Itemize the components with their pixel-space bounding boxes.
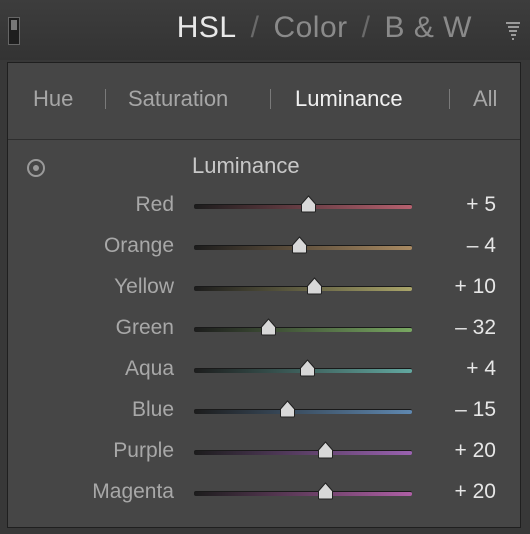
subtab-divider xyxy=(449,89,450,109)
hsl-panel: Hue Saturation Luminance All Luminance R… xyxy=(7,62,521,528)
tab-separator: / xyxy=(361,11,371,44)
slider-row-orange: Orange – 4 xyxy=(8,232,520,262)
slider-value[interactable]: – 4 xyxy=(467,234,496,258)
slider-label: Aqua xyxy=(124,357,174,380)
slider-row-yellow: Yellow + 10 xyxy=(8,273,520,303)
panel-collapse-icon[interactable] xyxy=(8,17,20,45)
subtab-divider xyxy=(270,89,271,109)
panel-menu-icon[interactable] xyxy=(505,22,521,42)
slider-row-green: Green – 32 xyxy=(8,314,520,344)
slider-row-red: Red + 5 xyxy=(8,191,520,221)
tab-bw[interactable]: B & W xyxy=(384,11,472,44)
targeted-adjustment-icon[interactable] xyxy=(27,159,45,177)
slider-label: Purple xyxy=(113,439,174,462)
slider-row-blue: Blue – 15 xyxy=(8,396,520,426)
panel-header: HSL / Color / B & W xyxy=(0,0,530,60)
subtab-divider xyxy=(105,89,106,109)
slider-row-aqua: Aqua + 4 xyxy=(8,355,520,385)
slider-label: Yellow xyxy=(114,275,174,298)
subtab-all[interactable]: All xyxy=(473,86,497,112)
slider-value[interactable]: – 32 xyxy=(455,316,496,340)
slider-label: Orange xyxy=(103,234,174,257)
slider-track[interactable] xyxy=(194,318,412,336)
subtab-luminance[interactable]: Luminance xyxy=(295,86,403,112)
subtabs: Hue Saturation Luminance All xyxy=(8,63,520,140)
slider-label: Blue xyxy=(131,398,174,421)
section-title: Luminance xyxy=(192,153,300,178)
slider-value[interactable]: + 20 xyxy=(455,439,496,463)
slider-value[interactable]: + 4 xyxy=(466,357,496,381)
tab-color[interactable]: Color xyxy=(273,11,347,44)
subtab-hue[interactable]: Hue xyxy=(33,86,73,112)
slider-track[interactable] xyxy=(194,482,412,500)
slider-track[interactable] xyxy=(194,277,412,295)
mode-tabs: HSL / Color / B & W xyxy=(177,11,472,45)
slider-value[interactable]: – 15 xyxy=(455,398,496,422)
slider-track[interactable] xyxy=(194,236,412,254)
slider-track[interactable] xyxy=(194,400,412,418)
slider-value[interactable]: + 20 xyxy=(455,480,496,504)
slider-track[interactable] xyxy=(194,195,412,213)
slider-track[interactable] xyxy=(194,441,412,459)
subtab-saturation[interactable]: Saturation xyxy=(128,86,228,112)
slider-value[interactable]: + 5 xyxy=(466,193,496,217)
tab-separator: / xyxy=(250,11,260,44)
slider-row-magenta: Magenta + 20 xyxy=(8,478,520,508)
tab-hsl[interactable]: HSL xyxy=(177,11,237,44)
slider-label: Green xyxy=(115,316,174,339)
slider-track[interactable] xyxy=(194,359,412,377)
slider-row-purple: Purple + 20 xyxy=(8,437,520,467)
slider-label: Magenta xyxy=(92,480,174,503)
slider-value[interactable]: + 10 xyxy=(455,275,496,299)
slider-label: Red xyxy=(135,193,174,216)
